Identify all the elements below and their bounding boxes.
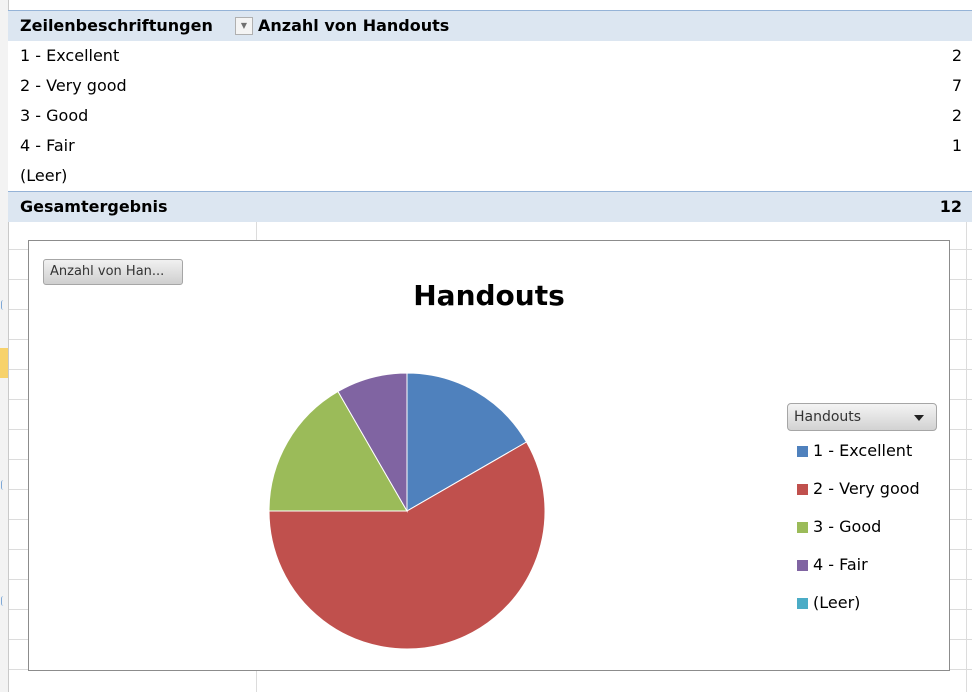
row-value: 1 (951, 136, 962, 155)
legend-item[interactable]: 3 - Good (797, 515, 920, 553)
row-label: 4 - Fair (20, 136, 75, 155)
legend-swatch (797, 484, 808, 495)
chart-legend: 1 - Excellent 2 - Very good 3 - Good 4 - Fa… (797, 439, 920, 629)
pivot-row: (Leer) (8, 161, 972, 191)
total-label: Gesamtergebnis (20, 197, 168, 216)
row-value: 2 (951, 46, 962, 65)
pivot-header-row: Zeilenbeschriftungen ▼ Anzahl von Handou… (8, 10, 972, 41)
chart-title: Handouts (413, 279, 565, 312)
legend-label: 4 - Fair (813, 555, 868, 574)
legend-label: 1 - Excellent (813, 441, 913, 460)
row-label: 2 - Very good (20, 76, 127, 95)
total-value: 12 (939, 197, 962, 216)
outline-tick (1, 300, 6, 310)
row-value: 2 (951, 106, 962, 125)
value-header: Anzahl von Handouts (258, 16, 450, 35)
pivot-total-row: Gesamtergebnis 12 (8, 191, 972, 222)
legend-label: 3 - Good (813, 517, 882, 536)
pivot-row: 4 - Fair 1 (8, 131, 972, 161)
legend-item[interactable]: 4 - Fair (797, 553, 920, 591)
legend-item[interactable]: 1 - Excellent (797, 439, 920, 477)
pivot-row: 1 - Excellent 2 (8, 41, 972, 71)
pie-plot (268, 372, 546, 650)
row-label: 1 - Excellent (20, 46, 120, 65)
selected-row-marker (0, 348, 8, 378)
pivot-row: 3 - Good 2 (8, 101, 972, 131)
legend-label: (Leer) (813, 593, 861, 612)
legend-label: 2 - Very good (813, 479, 920, 498)
pie-chart-object[interactable]: Anzahl von Han... Handouts Handouts 1 - … (28, 240, 950, 671)
legend-item[interactable]: (Leer) (797, 591, 920, 629)
legend-field-dropdown[interactable]: Handouts (787, 403, 937, 431)
pivot-row: 2 - Very good 7 (8, 71, 972, 101)
legend-item[interactable]: 2 - Very good (797, 477, 920, 515)
pivot-table: Zeilenbeschriftungen ▼ Anzahl von Handou… (8, 10, 972, 222)
filter-dropdown-icon[interactable]: ▼ (235, 17, 253, 35)
row-value: 7 (951, 76, 962, 95)
legend-field-label: Handouts (794, 409, 862, 425)
row-labels-header: Zeilenbeschriftungen (20, 16, 213, 35)
legend-swatch (797, 598, 808, 609)
legend-swatch (797, 446, 808, 457)
outline-tick (1, 596, 6, 606)
outline-tick (1, 480, 6, 490)
row-label: 3 - Good (20, 106, 89, 125)
legend-swatch (797, 522, 808, 533)
row-label: (Leer) (20, 166, 68, 185)
legend-swatch (797, 560, 808, 571)
chevron-down-icon (914, 415, 924, 421)
